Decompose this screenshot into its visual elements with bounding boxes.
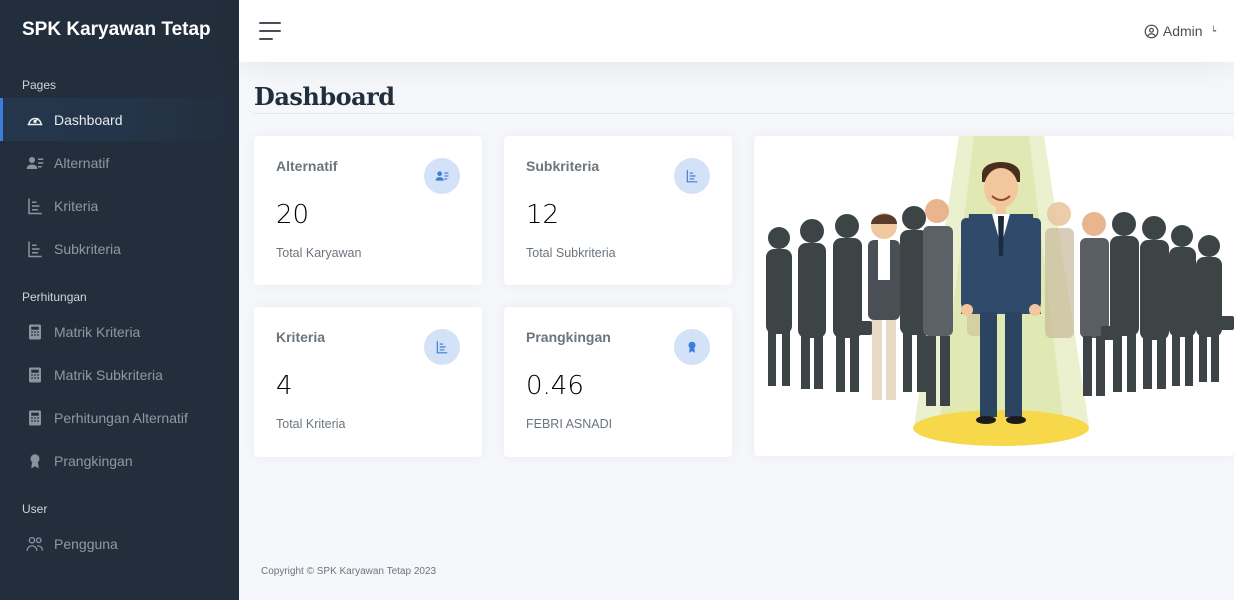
sidebar: SPK Karyawan Tetap Pages Dashboard Alter… (0, 0, 239, 600)
hierarchy-icon (424, 329, 460, 365)
card-label: Subkriteria (526, 158, 600, 174)
sidebar-item-label: Kriteria (54, 197, 99, 214)
card-subtitle: Total Subkriteria (526, 246, 616, 260)
dashboard-icon (26, 111, 44, 129)
sidebar-item-label: Alternatif (54, 154, 110, 171)
sidebar-item-alternatif[interactable]: Alternatif (0, 141, 239, 184)
dashboard-illustration (754, 136, 1234, 456)
user-list-icon (424, 158, 460, 194)
sidebar-item-pengguna[interactable]: Pengguna (0, 522, 239, 565)
award-icon (26, 452, 44, 470)
stat-card-kriteria: Kriteria 4 Total Kriteria (254, 307, 482, 457)
calculator-icon (26, 366, 44, 384)
sidebar-item-dashboard[interactable]: Dashboard (0, 98, 239, 141)
user-name: Admin (1162, 23, 1203, 39)
card-label: Alternatif (276, 158, 338, 174)
card-value: 12 (526, 200, 560, 230)
topbar: Admin ┕ (239, 0, 1234, 62)
card-value: 4 (276, 371, 293, 401)
sidebar-item-label: Subkriteria (54, 240, 121, 257)
menu-bar (259, 38, 273, 40)
card-subtitle: Total Kriteria (276, 417, 346, 431)
menu-bar (259, 22, 281, 24)
divider (254, 113, 1234, 114)
calculator-icon (26, 409, 44, 427)
menu-bar (259, 30, 281, 32)
footer-copyright: Copyright © SPK Karyawan Tetap 2023 (261, 566, 437, 577)
card-value: 20 (276, 200, 310, 230)
stat-card-subkriteria: Subkriteria 12 Total Subkriteria (504, 136, 732, 285)
main-content: Dashboard Alternatif 20 Total Karyawan S… (239, 62, 1234, 600)
sidebar-item-label: Matrik Subkriteria (54, 366, 163, 383)
sidebar-item-perhitungan-alternatif[interactable]: Perhitungan Alternatif (0, 396, 239, 439)
user-menu[interactable]: Admin ┕ (1144, 23, 1216, 39)
user-circle-icon (1144, 24, 1159, 38)
hierarchy-icon (26, 197, 44, 215)
page-title: Dashboard (254, 82, 395, 111)
sidebar-item-label: Pengguna (54, 535, 118, 552)
sidebar-header-pages: Pages (22, 78, 57, 92)
brand-title[interactable]: SPK Karyawan Tetap (0, 0, 239, 62)
sidebar-item-label: Perhitungan Alternatif (54, 409, 188, 426)
stat-card-prangkingan: Prangkingan 0.46 FEBRI ASNADI (504, 307, 732, 457)
sidebar-toggle-button[interactable] (259, 22, 281, 40)
award-icon (674, 329, 710, 365)
sidebar-header-user: User (22, 502, 48, 516)
card-value: 0.46 (526, 371, 584, 401)
hierarchy-icon (26, 240, 44, 258)
sidebar-item-kriteria[interactable]: Kriteria (0, 184, 239, 227)
sidebar-item-matrik-kriteria[interactable]: Matrik Kriteria (0, 310, 239, 353)
card-subtitle: Total Karyawan (276, 246, 362, 260)
calculator-icon (26, 323, 44, 341)
card-label: Kriteria (276, 329, 326, 345)
card-label: Prangkingan (526, 329, 611, 345)
user-list-icon (26, 154, 44, 172)
hierarchy-icon (674, 158, 710, 194)
card-subtitle: FEBRI ASNADI (526, 417, 613, 431)
sidebar-item-label: Prangkingan (54, 452, 133, 469)
sidebar-header-perhitungan: Perhitungan (22, 290, 87, 304)
sidebar-item-subkriteria[interactable]: Subkriteria (0, 227, 239, 270)
spotlight-employee-illustration (754, 136, 1234, 456)
users-icon (26, 535, 44, 553)
stat-card-alternatif: Alternatif 20 Total Karyawan (254, 136, 482, 285)
sidebar-item-label: Matrik Kriteria (54, 323, 141, 340)
sidebar-item-matrik-subkriteria[interactable]: Matrik Subkriteria (0, 353, 239, 396)
sidebar-item-label: Dashboard (54, 111, 123, 128)
sidebar-item-prangkingan[interactable]: Prangkingan (0, 439, 239, 482)
dropdown-caret-icon: ┕ (1210, 25, 1216, 36)
